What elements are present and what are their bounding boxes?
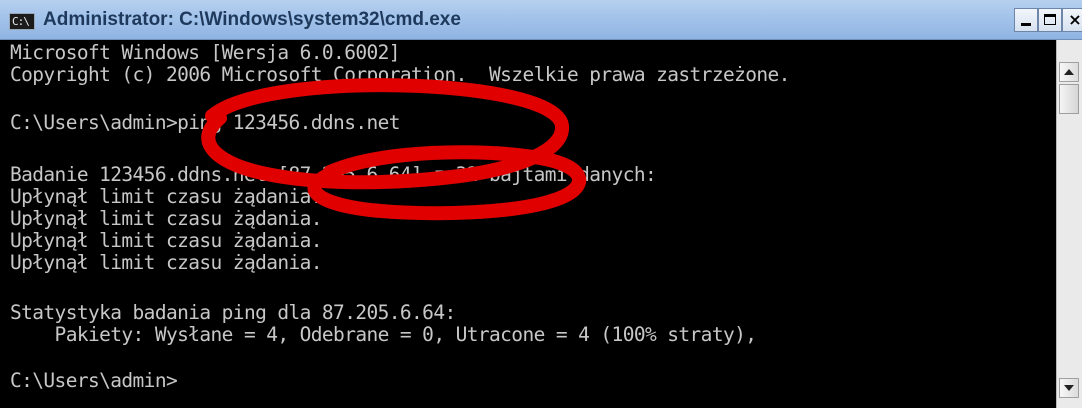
console-line: C:\Users\admin>ping 123456.ddns.net xyxy=(10,111,401,134)
console-line: Upłynął limit czasu żądania. xyxy=(10,229,323,252)
console-line: Copyright (c) 2006 Microsoft Corporation… xyxy=(10,63,790,86)
console-output[interactable]: Microsoft Windows [Wersja 6.0.6002] Copy… xyxy=(0,40,1056,408)
console-line: Upłynął limit czasu żądania. xyxy=(10,251,323,274)
vertical-scrollbar[interactable] xyxy=(1056,40,1082,408)
close-button[interactable]: × xyxy=(1062,8,1082,32)
scroll-thumb[interactable] xyxy=(1059,84,1079,114)
cmd-window: C:\ Administrator: C:\Windows\system32\c… xyxy=(0,0,1082,408)
arrow-down-icon xyxy=(1064,385,1074,391)
console-line: Pakiety: Wysłane = 4, Odebrane = 0, Utra… xyxy=(10,323,757,346)
minimize-button[interactable] xyxy=(1014,8,1038,32)
arrow-up-icon xyxy=(1064,69,1074,75)
scroll-down-button[interactable] xyxy=(1059,378,1079,398)
maximize-button[interactable] xyxy=(1038,8,1062,32)
scroll-up-button[interactable] xyxy=(1059,62,1079,82)
close-icon: × xyxy=(1068,10,1082,29)
console-line: Upłynął limit czasu żądania. xyxy=(10,207,323,230)
console-prompt: C:\Users\admin> xyxy=(10,369,178,392)
console-line: Badanie 123456.ddns.net [87.205.6.64] z … xyxy=(10,163,657,186)
console-line: Upłynął limit czasu żądania. xyxy=(10,185,323,208)
window-title: Administrator: C:\Windows\system32\cmd.e… xyxy=(43,9,461,30)
cmd-app-icon[interactable]: C:\ xyxy=(9,13,35,30)
maximize-icon xyxy=(1044,14,1056,25)
title-bar[interactable]: C:\ Administrator: C:\Windows\system32\c… xyxy=(0,0,1082,40)
minimize-icon xyxy=(1021,23,1031,26)
console-line: Microsoft Windows [Wersja 6.0.6002] xyxy=(10,41,401,64)
console-line: Statystyka badania ping dla 87.205.6.64: xyxy=(10,301,456,324)
